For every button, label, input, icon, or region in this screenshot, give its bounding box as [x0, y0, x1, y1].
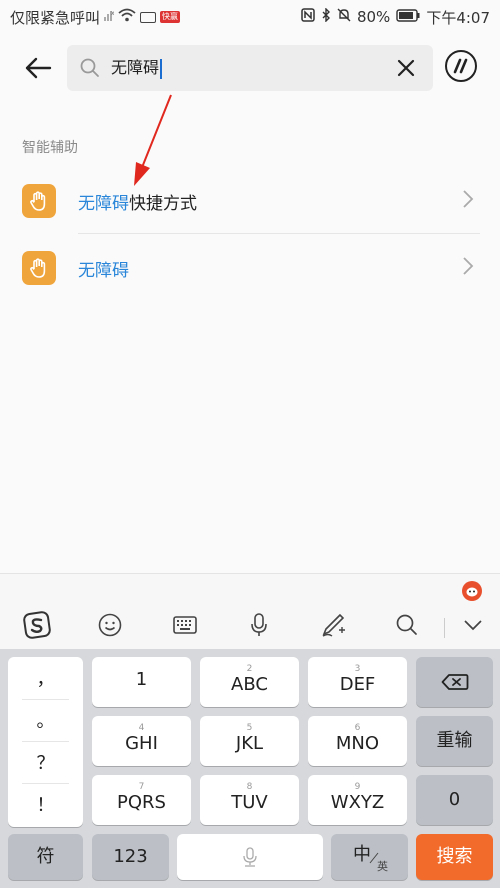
punctuation-column: ， 。 ？ ！ [8, 657, 83, 827]
number-mode-key[interactable]: 123 [92, 834, 169, 880]
backspace-icon [441, 674, 468, 690]
zero-key[interactable]: 0 [416, 775, 493, 825]
punct-key-period[interactable]: 。 [8, 699, 83, 741]
key-label: JKL [235, 733, 264, 754]
key-label: 符 [36, 846, 55, 867]
punct-key-question[interactable]: ？ [8, 741, 83, 783]
key-number: 9 [354, 782, 361, 792]
key-label: 搜索 [436, 846, 473, 867]
key-2-abc[interactable]: 2 ABC [200, 657, 299, 707]
lang-sub: 英 [377, 860, 388, 873]
redo-key[interactable]: 重输 [416, 716, 493, 766]
key-label: 1 [135, 669, 148, 690]
key-label: WXYZ [330, 792, 385, 813]
red-arrow-annotation [134, 94, 172, 186]
key-label: DEF [339, 674, 376, 695]
key-number: 4 [138, 723, 145, 733]
key-label: PQRS [117, 792, 166, 813]
backspace-key[interactable] [416, 657, 493, 707]
emoji-icon[interactable] [93, 608, 127, 642]
key-4-ghi[interactable]: 4 GHI [92, 716, 191, 766]
key-label: TUV [231, 792, 268, 813]
sogou-logo-icon[interactable] [20, 608, 54, 642]
key-label: GHI [125, 733, 158, 754]
key-label: 重输 [436, 730, 473, 751]
key-number: 7 [138, 782, 145, 792]
keyboard-icon[interactable] [168, 608, 202, 642]
key-number: 3 [354, 664, 361, 674]
microphone-icon [243, 847, 257, 867]
key-9-wxyz[interactable]: 9 WXYZ [308, 775, 407, 825]
key-label: MNO [335, 733, 380, 754]
key-8-tuv[interactable]: 8 TUV [200, 775, 299, 825]
key-7-pqrs[interactable]: 7 PQRS [92, 775, 191, 825]
symbol-key[interactable]: 符 [8, 834, 83, 880]
key-5-jkl[interactable]: 5 JKL [200, 716, 299, 766]
key-1[interactable]: 1 [92, 657, 191, 707]
key-number: 6 [354, 723, 361, 733]
ime-toolbar [0, 573, 500, 649]
key-label: ABC [231, 674, 268, 695]
toolbar-divider [444, 618, 445, 638]
space-key[interactable] [177, 834, 323, 880]
search-icon[interactable] [390, 608, 424, 642]
chevron-down-icon[interactable] [456, 608, 490, 642]
key-number: 8 [246, 782, 253, 792]
punct-key-comma[interactable]: ， [8, 657, 83, 699]
key-number: 2 [246, 664, 253, 674]
microphone-icon[interactable] [242, 608, 276, 642]
language-switch-key[interactable]: 中 英 [331, 834, 408, 880]
key-label: 123 [113, 846, 148, 867]
ime-mascot-icon[interactable] [462, 581, 482, 601]
punct-key-exclaim[interactable]: ！ [8, 783, 83, 825]
search-key[interactable]: 搜索 [416, 834, 493, 880]
key-label: 0 [448, 789, 461, 810]
handwriting-icon[interactable] [316, 608, 350, 642]
key-number: 5 [246, 723, 253, 733]
key-6-mno[interactable]: 6 MNO [308, 716, 407, 766]
key-3-def[interactable]: 3 DEF [308, 657, 407, 707]
